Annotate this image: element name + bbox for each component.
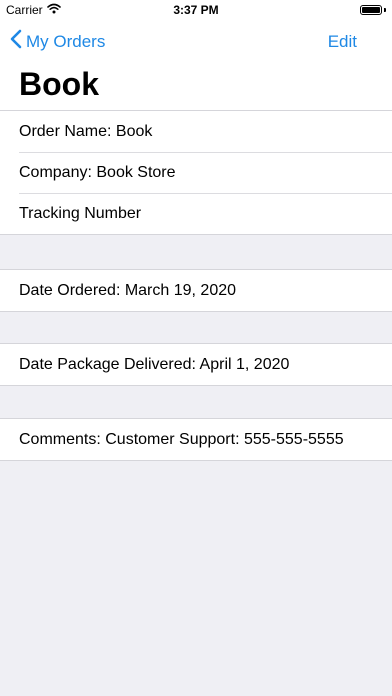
page-title: Book <box>19 66 99 102</box>
edit-button[interactable]: Edit <box>328 32 357 52</box>
date-ordered-section: Date Ordered: March 19, 2020 <box>0 269 392 312</box>
order-info-section: Order Name: Book Company: Book Store Tra… <box>0 110 392 235</box>
comments-row[interactable]: Comments: Customer Support: 555-555-5555 <box>0 419 392 460</box>
chevron-left-icon <box>10 29 22 54</box>
battery-nub <box>384 8 386 12</box>
battery-icon <box>360 5 382 15</box>
comments-section: Comments: Customer Support: 555-555-5555 <box>0 418 392 461</box>
back-button-label: My Orders <box>26 31 106 51</box>
date-delivered-row[interactable]: Date Package Delivered: April 1, 2020 <box>0 344 392 385</box>
date-delivered-section: Date Package Delivered: April 1, 2020 <box>0 343 392 386</box>
navigation-bar: My Orders Edit Book <box>0 20 392 110</box>
status-bar: Carrier 3:37 PM <box>0 0 392 20</box>
battery-fill <box>362 7 380 13</box>
tracking-number-row[interactable]: Tracking Number <box>0 193 392 234</box>
company-row[interactable]: Company: Book Store <box>0 152 392 193</box>
date-ordered-row[interactable]: Date Ordered: March 19, 2020 <box>0 270 392 311</box>
status-time: 3:37 PM <box>173 3 219 17</box>
back-button[interactable]: My Orders <box>10 29 105 54</box>
order-name-row[interactable]: Order Name: Book <box>0 111 392 152</box>
